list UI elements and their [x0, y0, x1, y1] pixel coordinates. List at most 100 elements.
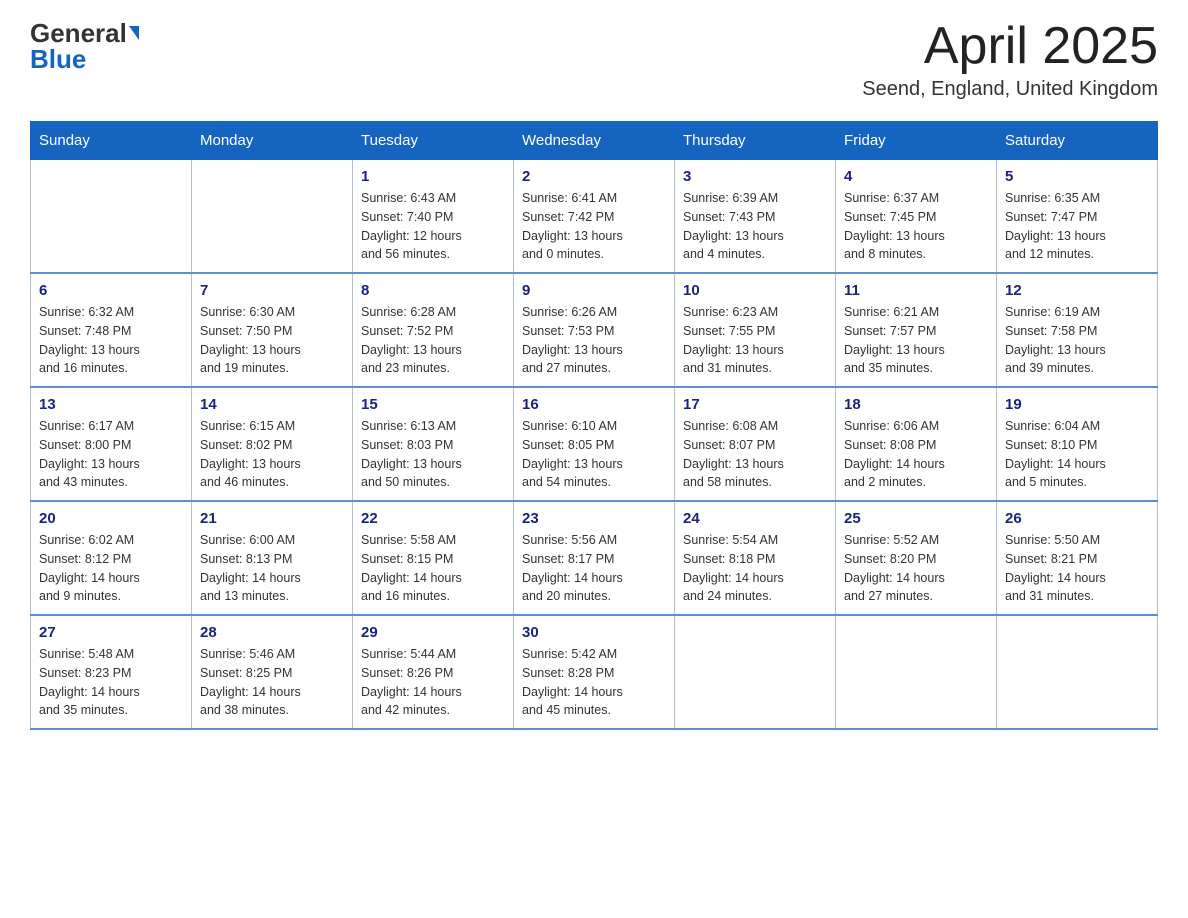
- day-number: 24: [683, 510, 827, 527]
- day-header-saturday: Saturday: [997, 122, 1158, 160]
- day-number: 21: [200, 510, 344, 527]
- day-info: Sunrise: 6:30 AM Sunset: 7:50 PM Dayligh…: [200, 303, 344, 378]
- day-info: Sunrise: 6:26 AM Sunset: 7:53 PM Dayligh…: [522, 303, 666, 378]
- day-header-friday: Friday: [836, 122, 997, 160]
- day-number: 8: [361, 282, 505, 299]
- calendar-cell: 15 Sunrise: 6:13 AM Sunset: 8:03 PM Dayli…: [353, 387, 514, 501]
- calendar-cell: 5Sunrise: 6:35 AM Sunset: 7:47 PM Daylig…: [997, 160, 1158, 274]
- day-number: 17: [683, 396, 827, 413]
- calendar-cell: [675, 615, 836, 729]
- day-info: Sunrise: 6:41 AM Sunset: 7:42 PM Dayligh…: [522, 189, 666, 264]
- calendar-cell: 26 Sunrise: 5:50 AM Sunset: 8:21 PM Dayli…: [997, 501, 1158, 615]
- calendar-cell: 19Sunrise: 6:04 AM Sunset: 8:10 PM Dayli…: [997, 387, 1158, 501]
- page-header: General Blue April 2025 Seend, England, …: [30, 20, 1158, 101]
- day-info: Sunrise: 5:54 AM Sunset: 8:18 PM Dayligh…: [683, 531, 827, 606]
- day-number: 7: [200, 282, 344, 299]
- day-number: 14: [200, 396, 344, 413]
- day-header-tuesday: Tuesday: [353, 122, 514, 160]
- day-info: Sunrise: 6:02 AM Sunset: 8:12 PM Dayligh…: [39, 531, 183, 606]
- calendar-cell: 7 Sunrise: 6:30 AM Sunset: 7:50 PM Daylig…: [192, 273, 353, 387]
- day-number: 15: [361, 396, 505, 413]
- day-number: 19: [1005, 396, 1149, 413]
- calendar-cell: 27Sunrise: 5:48 AM Sunset: 8:23 PM Dayli…: [31, 615, 192, 729]
- day-info: Sunrise: 5:44 AM Sunset: 8:26 PM Dayligh…: [361, 645, 505, 720]
- day-info: Sunrise: 6:15 AM Sunset: 8:02 PM Dayligh…: [200, 417, 344, 492]
- day-info: Sunrise: 6:32 AM Sunset: 7:48 PM Dayligh…: [39, 303, 183, 378]
- day-info: Sunrise: 6:23 AM Sunset: 7:55 PM Dayligh…: [683, 303, 827, 378]
- day-info: Sunrise: 6:13 AM Sunset: 8:03 PM Dayligh…: [361, 417, 505, 492]
- day-number: 3: [683, 168, 827, 185]
- day-number: 6: [39, 282, 183, 299]
- day-info: Sunrise: 6:10 AM Sunset: 8:05 PM Dayligh…: [522, 417, 666, 492]
- day-header-sunday: Sunday: [31, 122, 192, 160]
- day-info: Sunrise: 6:19 AM Sunset: 7:58 PM Dayligh…: [1005, 303, 1149, 378]
- calendar-cell: 23Sunrise: 5:56 AM Sunset: 8:17 PM Dayli…: [514, 501, 675, 615]
- day-info: Sunrise: 6:28 AM Sunset: 7:52 PM Dayligh…: [361, 303, 505, 378]
- calendar-cell: 16 Sunrise: 6:10 AM Sunset: 8:05 PM Dayli…: [514, 387, 675, 501]
- day-info: Sunrise: 6:08 AM Sunset: 8:07 PM Dayligh…: [683, 417, 827, 492]
- day-info: Sunrise: 5:42 AM Sunset: 8:28 PM Dayligh…: [522, 645, 666, 720]
- calendar-week-row: 13Sunrise: 6:17 AM Sunset: 8:00 PM Dayli…: [31, 387, 1158, 501]
- calendar-cell: 18 Sunrise: 6:06 AM Sunset: 8:08 PM Dayli…: [836, 387, 997, 501]
- calendar-cell: 11Sunrise: 6:21 AM Sunset: 7:57 PM Dayli…: [836, 273, 997, 387]
- day-number: 1: [361, 168, 505, 185]
- day-info: Sunrise: 5:46 AM Sunset: 8:25 PM Dayligh…: [200, 645, 344, 720]
- day-info: Sunrise: 6:35 AM Sunset: 7:47 PM Dayligh…: [1005, 189, 1149, 264]
- calendar-cell: 3 Sunrise: 6:39 AM Sunset: 7:43 PM Daylig…: [675, 160, 836, 274]
- calendar-cell: 8 Sunrise: 6:28 AM Sunset: 7:52 PM Daylig…: [353, 273, 514, 387]
- day-number: 28: [200, 624, 344, 641]
- logo-blue-text: Blue: [30, 44, 86, 74]
- logo: General Blue: [30, 20, 139, 73]
- calendar-cell: 21 Sunrise: 6:00 AM Sunset: 8:13 PM Dayli…: [192, 501, 353, 615]
- day-number: 13: [39, 396, 183, 413]
- day-number: 18: [844, 396, 988, 413]
- day-info: Sunrise: 5:56 AM Sunset: 8:17 PM Dayligh…: [522, 531, 666, 606]
- day-number: 4: [844, 168, 988, 185]
- calendar-cell: 22Sunrise: 5:58 AM Sunset: 8:15 PM Dayli…: [353, 501, 514, 615]
- day-info: Sunrise: 5:58 AM Sunset: 8:15 PM Dayligh…: [361, 531, 505, 606]
- day-number: 16: [522, 396, 666, 413]
- day-info: Sunrise: 6:06 AM Sunset: 8:08 PM Dayligh…: [844, 417, 988, 492]
- calendar-table: SundayMondayTuesdayWednesdayThursdayFrid…: [30, 121, 1158, 730]
- calendar-cell: 1 Sunrise: 6:43 AM Sunset: 7:40 PM Daylig…: [353, 160, 514, 274]
- calendar-week-row: 6 Sunrise: 6:32 AM Sunset: 7:48 PM Daylig…: [31, 273, 1158, 387]
- day-number: 12: [1005, 282, 1149, 299]
- day-number: 30: [522, 624, 666, 641]
- day-header-thursday: Thursday: [675, 122, 836, 160]
- calendar-week-row: 27Sunrise: 5:48 AM Sunset: 8:23 PM Dayli…: [31, 615, 1158, 729]
- calendar-cell: 4Sunrise: 6:37 AM Sunset: 7:45 PM Daylig…: [836, 160, 997, 274]
- day-number: 2: [522, 168, 666, 185]
- calendar-cell: 17 Sunrise: 6:08 AM Sunset: 8:07 PM Dayli…: [675, 387, 836, 501]
- day-number: 25: [844, 510, 988, 527]
- calendar-cell: 29 Sunrise: 5:44 AM Sunset: 8:26 PM Dayli…: [353, 615, 514, 729]
- day-number: 10: [683, 282, 827, 299]
- day-header-monday: Monday: [192, 122, 353, 160]
- calendar-cell: 20 Sunrise: 6:02 AM Sunset: 8:12 PM Dayli…: [31, 501, 192, 615]
- day-number: 9: [522, 282, 666, 299]
- calendar-cell: 28 Sunrise: 5:46 AM Sunset: 8:25 PM Dayli…: [192, 615, 353, 729]
- calendar-cell: [836, 615, 997, 729]
- calendar-week-row: 1 Sunrise: 6:43 AM Sunset: 7:40 PM Daylig…: [31, 160, 1158, 274]
- title-block: April 2025 Seend, England, United Kingdo…: [862, 20, 1158, 101]
- day-info: Sunrise: 5:48 AM Sunset: 8:23 PM Dayligh…: [39, 645, 183, 720]
- day-info: Sunrise: 6:43 AM Sunset: 7:40 PM Dayligh…: [361, 189, 505, 264]
- day-info: Sunrise: 6:00 AM Sunset: 8:13 PM Dayligh…: [200, 531, 344, 606]
- calendar-cell: 12 Sunrise: 6:19 AM Sunset: 7:58 PM Dayli…: [997, 273, 1158, 387]
- calendar-cell: 25Sunrise: 5:52 AM Sunset: 8:20 PM Dayli…: [836, 501, 997, 615]
- day-number: 29: [361, 624, 505, 641]
- calendar-cell: [997, 615, 1158, 729]
- calendar-cell: 2 Sunrise: 6:41 AM Sunset: 7:42 PM Daylig…: [514, 160, 675, 274]
- calendar-week-row: 20 Sunrise: 6:02 AM Sunset: 8:12 PM Dayli…: [31, 501, 1158, 615]
- day-header-wednesday: Wednesday: [514, 122, 675, 160]
- calendar-header-row: SundayMondayTuesdayWednesdayThursdayFrid…: [31, 122, 1158, 160]
- day-info: Sunrise: 6:39 AM Sunset: 7:43 PM Dayligh…: [683, 189, 827, 264]
- calendar-cell: 9 Sunrise: 6:26 AM Sunset: 7:53 PM Daylig…: [514, 273, 675, 387]
- day-info: Sunrise: 6:21 AM Sunset: 7:57 PM Dayligh…: [844, 303, 988, 378]
- page-title: April 2025: [862, 20, 1158, 72]
- day-number: 20: [39, 510, 183, 527]
- day-info: Sunrise: 5:50 AM Sunset: 8:21 PM Dayligh…: [1005, 531, 1149, 606]
- calendar-cell: 10 Sunrise: 6:23 AM Sunset: 7:55 PM Dayli…: [675, 273, 836, 387]
- day-number: 26: [1005, 510, 1149, 527]
- logo-arrow-icon: [129, 26, 139, 40]
- calendar-cell: [192, 160, 353, 274]
